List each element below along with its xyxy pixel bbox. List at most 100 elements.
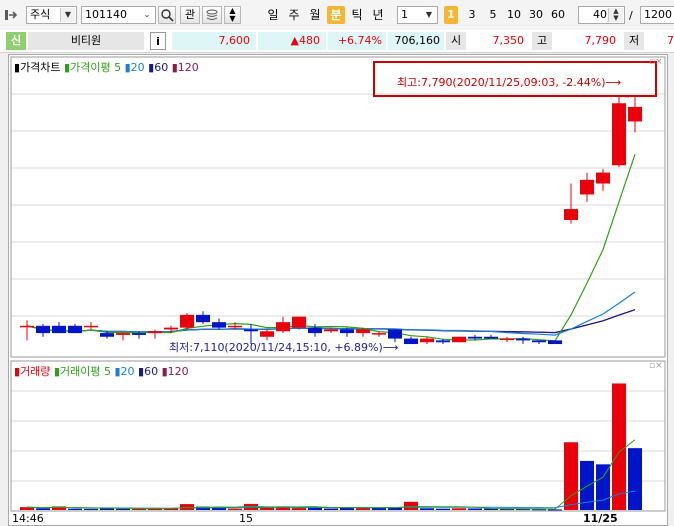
candle-body	[532, 340, 546, 343]
max-price-annotation: 최고:7,790(2020/11/25,09:03, -2.44%)⟶	[373, 61, 657, 97]
period-week[interactable]: 주	[285, 6, 303, 24]
stock-memo-button[interactable]	[202, 6, 222, 24]
legend-volume-title: 거래량	[20, 365, 51, 378]
chart-area[interactable]: ▮가격차트 ▮가격이평 5 ▮20 ▮60 ▮120 ▮거래량 ▮거래이평 5 …	[8, 54, 668, 526]
volume-pane-close-icon[interactable]: ▫×	[649, 361, 663, 371]
max-price-text: 최고:7,790(2020/11/25,09:03, -2.44%)⟶	[397, 76, 622, 89]
candle-body	[260, 331, 274, 337]
candle-body	[468, 336, 482, 339]
volume-bar	[628, 448, 642, 510]
prev-next-stepper[interactable]: ▲ ▼	[224, 6, 241, 24]
volume-bar	[436, 508, 450, 510]
dock-icon[interactable]	[4, 8, 18, 22]
bar-count-stepper[interactable]: 40 ▲ ▼	[578, 6, 625, 24]
candle-body	[452, 336, 466, 343]
search-icon	[161, 9, 174, 22]
candle-body	[484, 336, 498, 339]
candle-body	[148, 331, 162, 334]
current-price: 7,600	[172, 32, 256, 50]
legend-ma-title: 가격이평	[70, 61, 111, 74]
x-axis-label-15: 15	[239, 512, 253, 525]
candle-body	[580, 179, 594, 195]
period-year[interactable]: 년	[369, 6, 387, 24]
volume-bar	[452, 508, 466, 510]
count-separator: /	[629, 9, 633, 22]
volume-bar	[596, 464, 610, 510]
bar-count-value: 40	[593, 8, 607, 21]
period-day[interactable]: 일	[264, 6, 282, 24]
interval-button-30[interactable]: 30	[526, 6, 546, 24]
related-stock-button[interactable]: 관	[180, 6, 200, 24]
candle-body	[164, 327, 178, 330]
chevron-down-icon[interactable]: ⌄	[140, 8, 154, 22]
chart-canvas[interactable]	[9, 55, 667, 525]
open-price: 7,350	[468, 32, 530, 50]
candle-body	[132, 333, 146, 335]
price-legend: ▮가격차트 ▮가격이평 5 ▮20 ▮60 ▮120	[14, 59, 199, 75]
candle-body	[196, 314, 210, 323]
period-tick[interactable]: 틱	[348, 6, 366, 24]
interval-button-5[interactable]: 5	[486, 6, 500, 24]
spin-arrows-icon[interactable]: ▲ ▼	[608, 8, 623, 22]
stock-info-button[interactable]: i	[150, 32, 166, 50]
interval-button-1[interactable]: 1	[444, 6, 458, 24]
interval-select-value: 1	[401, 8, 408, 21]
candle-body	[404, 338, 418, 345]
stock-code-input[interactable]: 101140 ⌄	[81, 6, 156, 24]
candle-body	[276, 322, 290, 332]
candle-body	[308, 327, 322, 334]
legend-ma20: 20	[130, 61, 145, 74]
volume-bars	[20, 383, 642, 511]
low-price: 7	[646, 32, 674, 50]
volume-legend: ▮거래량 ▮거래이평 5 ▮20 ▮60 ▮120	[14, 363, 189, 379]
candle-body	[388, 329, 402, 339]
candle-body	[628, 106, 642, 122]
min-price-annotation: 최저:7,110(2020/11/24,15:10, +6.89%)⟶	[169, 341, 399, 354]
price-candles	[20, 95, 642, 345]
market-select[interactable]: 주식 ▼	[26, 6, 77, 24]
price-change-pct: +6.74%	[328, 32, 386, 50]
volume-bar	[84, 508, 98, 510]
candle-body	[324, 329, 338, 332]
candle-body	[244, 329, 258, 332]
pane-close-icon[interactable]: ▫×	[649, 57, 663, 67]
candle-body	[436, 340, 450, 343]
candle-body	[68, 325, 82, 334]
volume-bar	[500, 509, 514, 511]
interval-button-10[interactable]: 10	[504, 6, 524, 24]
legend-price-title: 가격차트	[20, 61, 61, 74]
candle-body	[500, 338, 514, 341]
candle-body	[292, 316, 306, 328]
volume-bar	[292, 508, 306, 510]
legend-vma120: 120	[167, 365, 189, 378]
candle-body	[116, 333, 130, 335]
quote-info-bar: 신 비티원 i 7,600 ▲480 +6.74% 706,160 시 7,35…	[0, 30, 674, 53]
total-count-input[interactable]: 1200	[640, 6, 674, 24]
search-button[interactable]	[158, 6, 176, 24]
chevron-down-icon[interactable]: ▼	[422, 8, 436, 22]
price-change: ▲480	[258, 32, 326, 50]
credit-badge: 신	[6, 32, 26, 50]
candle-body	[548, 340, 562, 345]
interval-button-3[interactable]: 3	[465, 6, 479, 24]
candle-body	[356, 329, 370, 334]
high-label: 고	[532, 32, 552, 50]
volume-ma5-line	[26, 439, 636, 510]
chevron-down-icon[interactable]: ▼	[60, 8, 75, 22]
ma5-line	[26, 154, 636, 342]
legend-ma60: 60	[154, 61, 169, 74]
chart-toolbar: 주식 ▼ 101140 ⌄ 관 ▲ ▼ 일 주 월 분 틱 년 1 ▼ 1 3 5…	[0, 0, 674, 31]
candle-body	[212, 322, 226, 328]
stock-name: 비티원	[28, 32, 144, 50]
candle-body	[36, 325, 50, 334]
price-pane-frame	[10, 56, 666, 358]
candle-body	[564, 209, 578, 220]
legend-vma5: 5	[103, 365, 111, 378]
interval-select[interactable]: 1 ▼	[397, 6, 438, 24]
interval-button-60[interactable]: 60	[548, 6, 568, 24]
candle-body	[596, 172, 610, 184]
candle-body	[84, 325, 98, 328]
period-month[interactable]: 월	[306, 6, 324, 24]
volume-bar	[612, 383, 626, 510]
period-minute[interactable]: 분	[327, 6, 345, 24]
